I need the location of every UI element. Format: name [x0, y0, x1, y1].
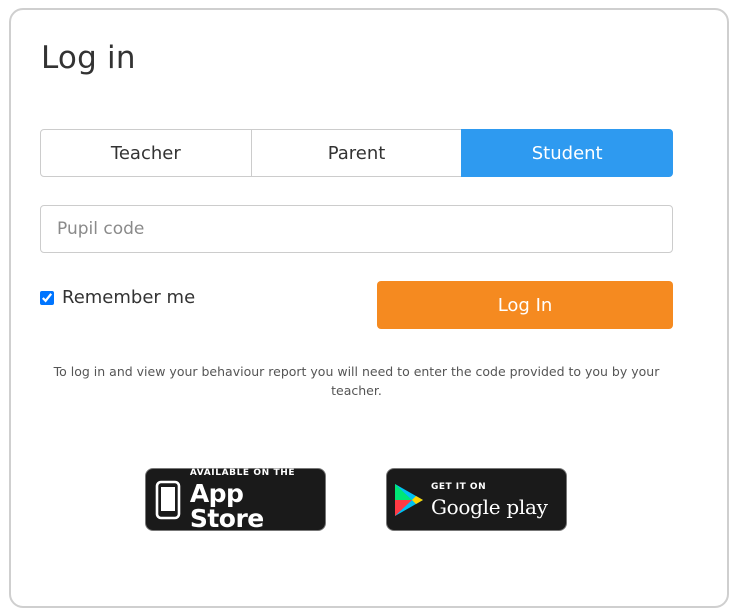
info-text: To log in and view your behaviour report… — [53, 364, 660, 398]
app-store-badge[interactable]: AVAILABLE ON THE App Store — [145, 468, 326, 531]
tab-teacher[interactable]: Teacher — [40, 129, 252, 177]
login-button[interactable]: Log In — [377, 281, 673, 329]
play-triangle-icon — [387, 482, 431, 518]
remember-me-checkbox[interactable] — [40, 290, 54, 305]
page-title: Log in — [41, 40, 136, 76]
app-store-small-text: AVAILABLE ON THE — [189, 467, 296, 478]
tab-student[interactable]: Student — [461, 129, 674, 177]
remember-me-label: Remember me — [62, 287, 196, 308]
phone-icon — [146, 480, 190, 520]
tab-parent[interactable]: Parent — [250, 129, 463, 177]
google-play-badge[interactable]: GET IT ON Google play — [386, 468, 567, 531]
remember-me[interactable]: Remember me — [40, 287, 195, 308]
pupil-code-input[interactable] — [40, 205, 673, 253]
app-store-big-text: App Store — [189, 478, 264, 533]
google-play-big-text: Google play — [431, 494, 548, 519]
role-tabs: Teacher Parent Student — [40, 129, 674, 177]
google-play-small-text: GET IT ON — [431, 481, 487, 492]
